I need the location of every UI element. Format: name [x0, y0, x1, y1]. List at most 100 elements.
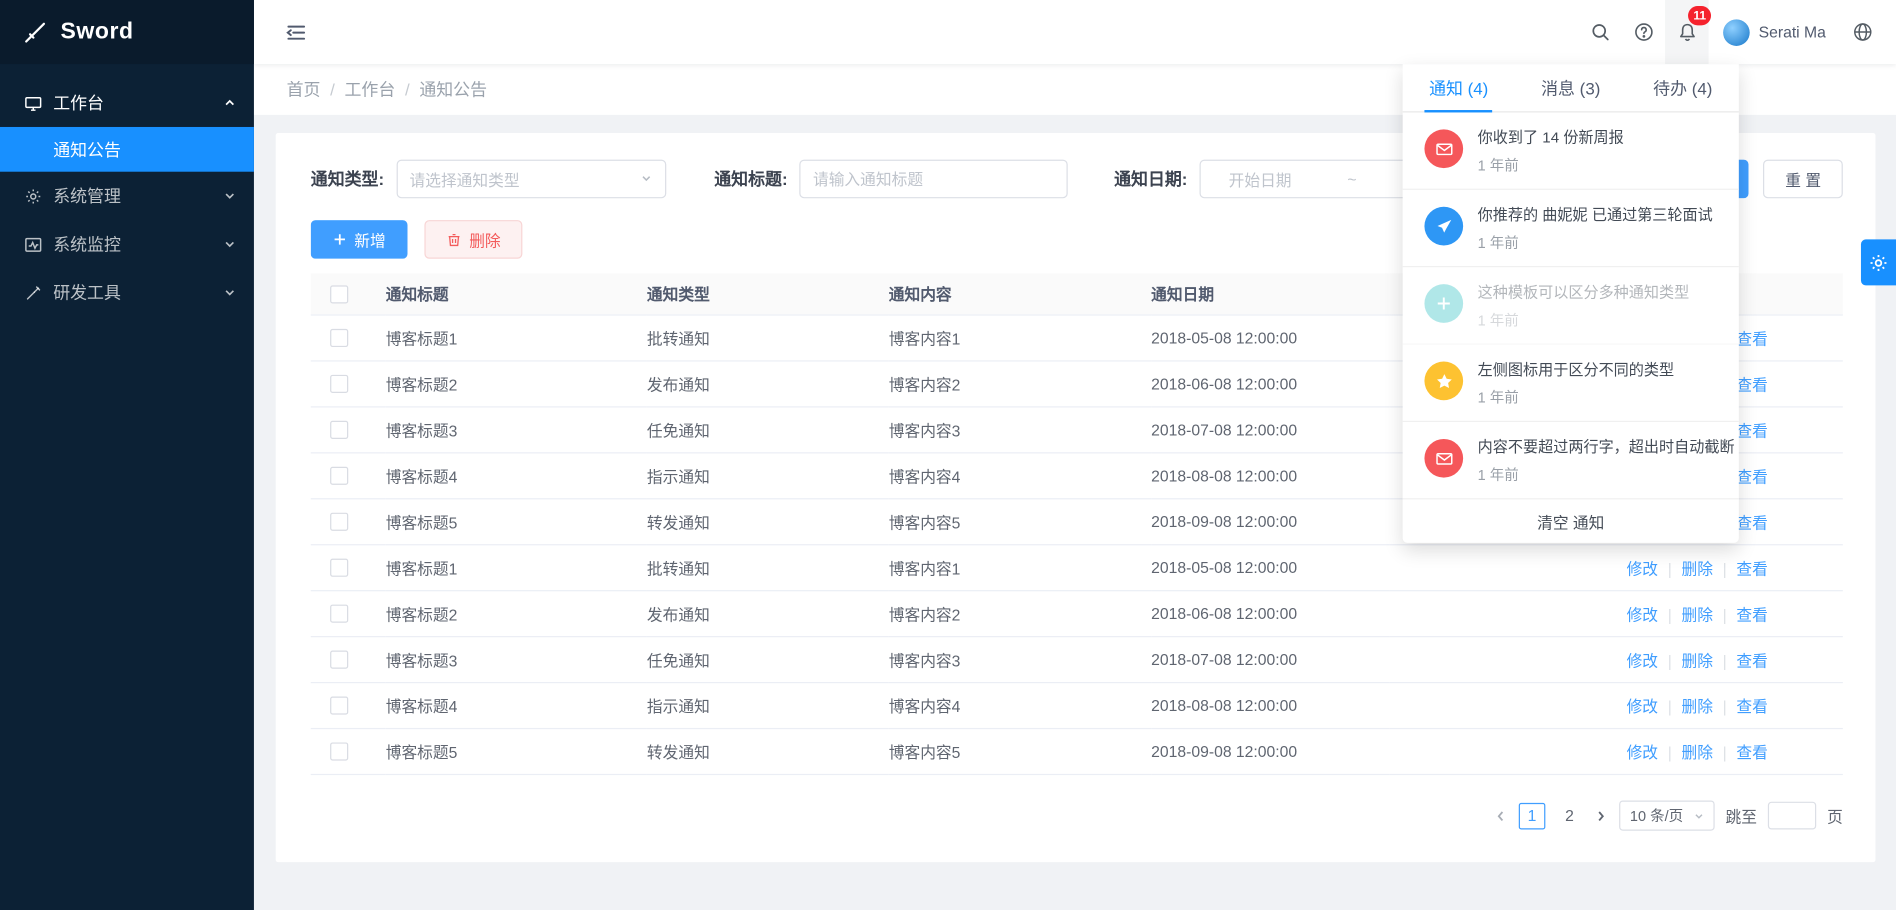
tab-messages[interactable]: 消息 (3) [1515, 64, 1627, 111]
sidebar-item-dev-tools[interactable]: 研发工具 [0, 268, 254, 316]
cell-title: 博客标题2 [386, 590, 647, 636]
add-button[interactable]: 新增 [311, 220, 408, 259]
row-checkbox[interactable] [330, 651, 348, 669]
view-link[interactable]: 查看 [1736, 743, 1767, 761]
cell-type: 发布通知 [647, 360, 889, 406]
notification-time: 1 年前 [1478, 310, 1690, 331]
notification-time: 1 年前 [1478, 464, 1735, 485]
notice-title-input[interactable] [800, 160, 1068, 199]
notification-item-read[interactable]: 这种模板可以区分多种通知类型 1 年前 [1403, 267, 1739, 344]
logo[interactable]: Sword [0, 0, 254, 64]
user-menu[interactable]: Serati Ma [1709, 19, 1840, 46]
user-name: Serati Ma [1759, 23, 1826, 41]
delete-button[interactable]: 删除 [424, 220, 522, 259]
reset-button[interactable]: 重 置 [1763, 160, 1842, 199]
help-icon[interactable] [1622, 0, 1666, 64]
delete-link[interactable]: 删除 [1681, 605, 1712, 623]
action-separator: | [1668, 651, 1672, 669]
delete-link[interactable]: 删除 [1681, 697, 1712, 715]
sidebar-item-label: 研发工具 [53, 281, 211, 305]
search-icon[interactable] [1578, 0, 1622, 64]
action-separator: | [1723, 697, 1727, 715]
edit-link[interactable]: 修改 [1627, 697, 1658, 715]
view-link[interactable]: 查看 [1736, 605, 1767, 623]
row-checkbox[interactable] [330, 375, 348, 393]
gear-icon [24, 187, 42, 205]
cell-type: 指示通知 [647, 682, 889, 728]
sidebar-item-workbench[interactable]: 工作台 [0, 79, 254, 127]
notice-type-select[interactable]: 请选择通知类型 [396, 160, 666, 199]
view-link[interactable]: 查看 [1736, 375, 1767, 393]
select-all-checkbox[interactable] [330, 285, 348, 303]
view-link[interactable]: 查看 [1736, 330, 1767, 348]
tab-todos[interactable]: 待办 (4) [1627, 64, 1739, 111]
edit-link[interactable]: 修改 [1627, 559, 1658, 577]
view-link[interactable]: 查看 [1736, 467, 1767, 485]
notification-item[interactable]: 你收到了 14 份新周报 1 年前 [1403, 112, 1739, 189]
edit-link[interactable]: 修改 [1627, 605, 1658, 623]
sidebar-item-system-monitor[interactable]: 系统监控 [0, 220, 254, 268]
row-checkbox[interactable] [330, 559, 348, 577]
row-checkbox[interactable] [330, 467, 348, 485]
view-link[interactable]: 查看 [1736, 651, 1767, 669]
tab-notifications[interactable]: 通知 (4) [1403, 64, 1515, 111]
row-checkbox[interactable] [330, 513, 348, 531]
prev-page-icon[interactable] [1493, 808, 1508, 823]
cell-content: 博客内容3 [889, 406, 1151, 452]
action-separator: | [1723, 743, 1727, 761]
row-checkbox[interactable] [330, 697, 348, 715]
sidebar: Sword 工作台 通知公告 系统管理 [0, 0, 254, 910]
table-row: 博客标题3 任免通知 博客内容3 2018-07-08 12:00:00 修改|… [311, 636, 1843, 682]
jump-page-input[interactable] [1768, 802, 1816, 830]
next-page-icon[interactable] [1594, 808, 1609, 823]
language-globe-icon[interactable] [1840, 0, 1884, 64]
page-number-2[interactable]: 2 [1556, 802, 1583, 829]
sidebar-item-system-mgmt[interactable]: 系统管理 [0, 172, 254, 220]
settings-fab[interactable] [1861, 239, 1896, 285]
menu-fold-icon[interactable] [285, 21, 307, 43]
cell-content: 博客内容1 [889, 544, 1151, 590]
edit-link[interactable]: 修改 [1627, 743, 1658, 761]
row-checkbox[interactable] [330, 605, 348, 623]
cell-title: 博客标题1 [386, 544, 647, 590]
row-checkbox[interactable] [330, 329, 348, 347]
delete-link[interactable]: 删除 [1681, 743, 1712, 761]
sidebar-item-notice[interactable]: 通知公告 [0, 127, 254, 172]
notification-item[interactable]: 你推荐的 曲妮妮 已通过第三轮面试 1 年前 [1403, 190, 1739, 267]
page-unit-label: 页 [1827, 804, 1843, 827]
cell-content: 博客内容4 [889, 452, 1151, 498]
avatar [1724, 19, 1751, 46]
start-date-placeholder: 开始日期 [1229, 167, 1292, 190]
delete-link[interactable]: 删除 [1681, 559, 1712, 577]
notification-text: 内容不要超过两行字，超出时自动截断 [1478, 437, 1735, 459]
app-title: Sword [60, 19, 133, 46]
paper-plane-icon [1424, 207, 1463, 246]
clear-notifications-button[interactable]: 清空 通知 [1403, 499, 1739, 543]
trash-icon [446, 232, 462, 248]
row-checkbox[interactable] [330, 421, 348, 439]
cell-type: 任免通知 [647, 406, 889, 452]
breadcrumb-separator: / [405, 80, 410, 99]
row-checkbox[interactable] [330, 742, 348, 760]
notification-bell-icon[interactable]: 11 [1666, 0, 1710, 64]
delete-link[interactable]: 删除 [1681, 651, 1712, 669]
table-row: 博客标题4 指示通知 博客内容4 2018-08-08 12:00:00 修改|… [311, 682, 1843, 728]
page-size-select[interactable]: 10 条/页 [1619, 800, 1715, 830]
top-header: 11 Serati Ma [254, 0, 1896, 64]
cell-date: 2018-07-08 12:00:00 [1151, 636, 1389, 682]
notification-item[interactable]: 内容不要超过两行字，超出时自动截断 1 年前 [1403, 422, 1739, 499]
page-number-1[interactable]: 1 [1519, 802, 1546, 829]
edit-link[interactable]: 修改 [1627, 651, 1658, 669]
breadcrumb-home[interactable]: 首页 [287, 77, 321, 101]
cell-type: 发布通知 [647, 590, 889, 636]
view-link[interactable]: 查看 [1736, 513, 1767, 531]
view-link[interactable]: 查看 [1736, 559, 1767, 577]
notification-text: 这种模板可以区分多种通知类型 [1478, 282, 1690, 304]
wrench-icon [24, 284, 42, 302]
view-link[interactable]: 查看 [1736, 421, 1767, 439]
breadcrumb-workbench[interactable]: 工作台 [344, 77, 395, 101]
cell-date: 2018-08-08 12:00:00 [1151, 452, 1389, 498]
notification-item[interactable]: 左侧图标用于区分不同的类型 1 年前 [1403, 345, 1739, 422]
view-link[interactable]: 查看 [1736, 697, 1767, 715]
cell-title: 博客标题4 [386, 682, 647, 728]
